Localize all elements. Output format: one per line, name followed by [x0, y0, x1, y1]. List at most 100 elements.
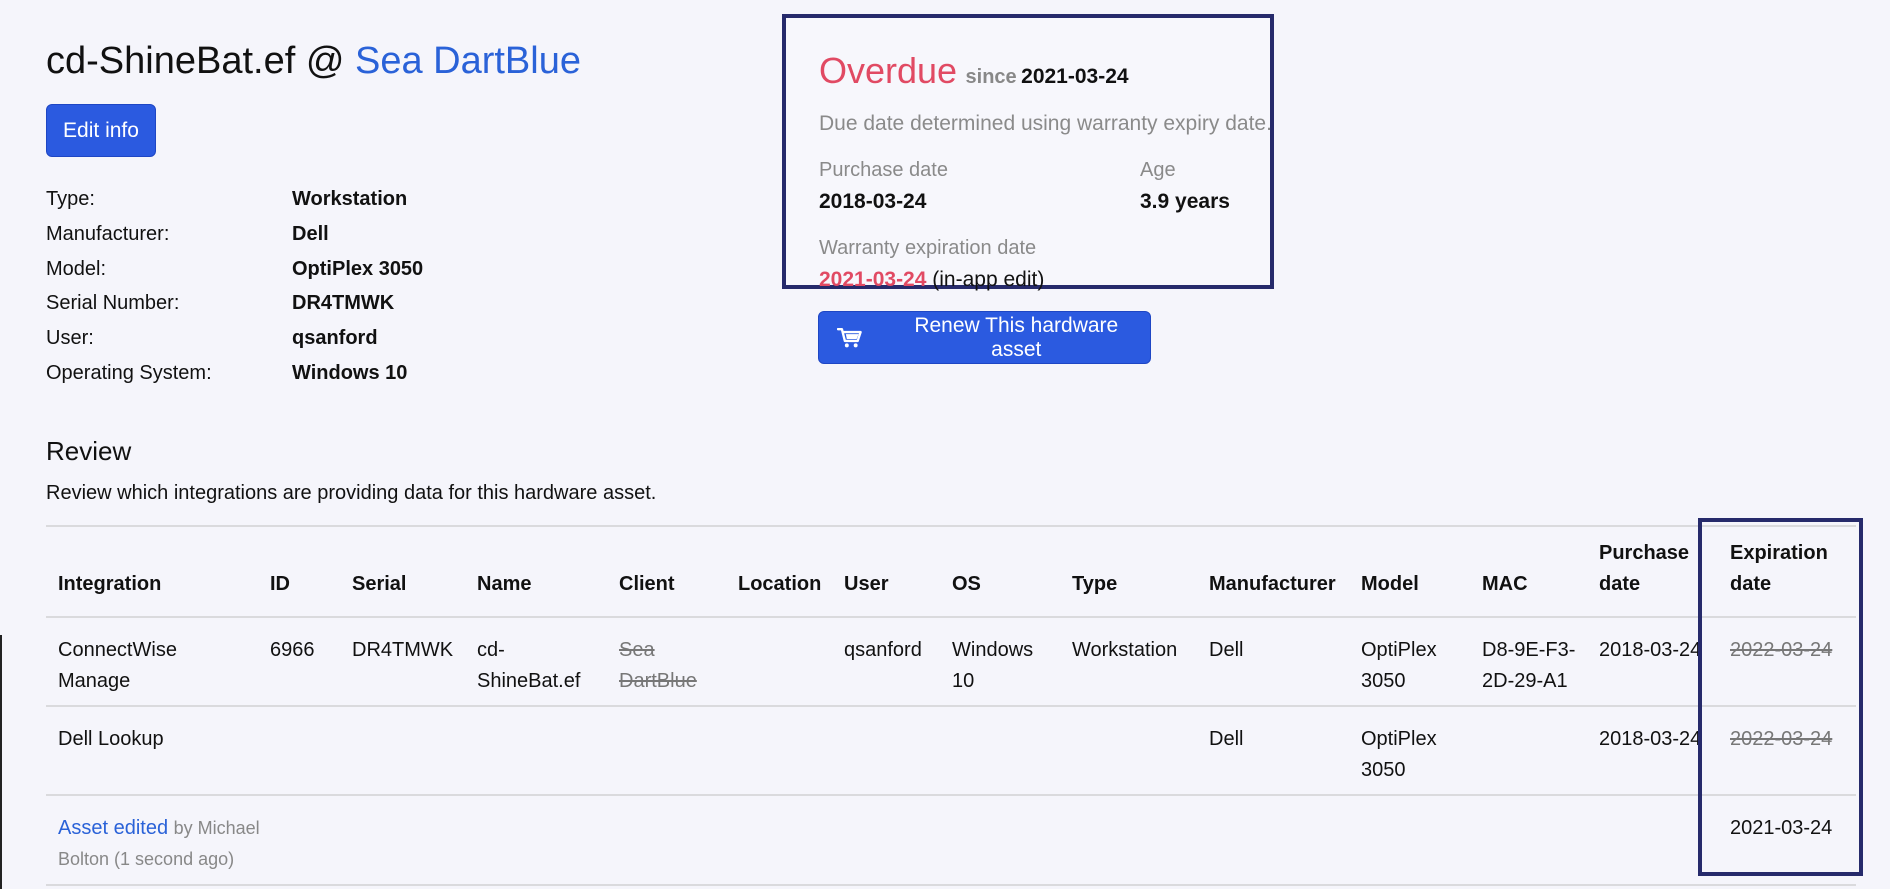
- header-os: OS: [952, 573, 981, 595]
- mac-line2: 2D-29-A1: [1482, 670, 1568, 692]
- detail-row-model: Model: OptiPlex 3050: [46, 252, 423, 287]
- cell-name: cd- ShineBat.ef: [477, 635, 580, 697]
- renew-label: Renew This hardware asset: [914, 313, 1119, 361]
- detail-value: OptiPlex 3050: [292, 257, 424, 280]
- header-purchase-date: Purchase date: [1599, 538, 1689, 600]
- header-type: Type: [1072, 573, 1118, 595]
- detail-row-type: Type: Workstation: [46, 182, 423, 217]
- detail-label: Operating System:: [46, 361, 212, 384]
- left-edge-divider: [0, 635, 2, 889]
- cell-edit-info: Asset edited by Michael Bolton (1 second…: [58, 813, 288, 875]
- warranty-expiration-value: 2021-03-24: [819, 268, 927, 291]
- cell-mac: D8-9E-F3- 2D-29-A1: [1482, 635, 1575, 697]
- detail-value: Windows 10: [292, 361, 408, 384]
- client-link[interactable]: Sea DartBlue: [355, 40, 581, 82]
- header-user: User: [844, 573, 889, 595]
- page-title: cd-ShineBat.ef @ Sea DartBlue: [46, 40, 581, 83]
- due-date-note: Due date determined using warranty expir…: [819, 112, 1272, 135]
- header-location: Location: [738, 573, 822, 595]
- table-row: ConnectWise Manage 6966 DR4TMWK cd- Shin…: [46, 618, 1856, 707]
- integration-line1: ConnectWise: [58, 639, 177, 661]
- table-row-edit: Asset edited by Michael Bolton (1 second…: [46, 796, 1856, 886]
- detail-value: Dell: [292, 222, 329, 245]
- header-expiration-date: Expiration date: [1730, 538, 1828, 600]
- integrations-table: Integration ID Serial Name Client Locati…: [46, 525, 1856, 886]
- purchase-date-value: 2018-03-24: [819, 190, 927, 213]
- shopping-cart-icon: [837, 327, 862, 347]
- title-at: @: [305, 40, 345, 82]
- asset-details: Type: Workstation Manufacturer: Dell Mod…: [46, 182, 423, 391]
- cell-manufacturer: Dell: [1209, 639, 1244, 661]
- since-label: since: [965, 66, 1017, 88]
- integration-line2: Manage: [58, 670, 131, 692]
- purchase-date-label: Purchase date: [819, 159, 948, 181]
- header-serial: Serial: [352, 573, 407, 595]
- asset-name: cd-ShineBat.ef: [46, 40, 296, 82]
- header-expiration-line1: Expiration: [1730, 542, 1828, 564]
- detail-value: Workstation: [292, 188, 408, 210]
- renew-asset-button[interactable]: Renew This hardware asset: [818, 311, 1151, 364]
- cell-model: OptiPlex 3050: [1361, 635, 1437, 697]
- header-model: Model: [1361, 573, 1419, 595]
- client-line1: Sea: [619, 639, 655, 661]
- detail-row-manufacturer: Manufacturer: Dell: [46, 217, 423, 252]
- age-value: 3.9 years: [1140, 190, 1230, 213]
- edited-by: by Michael: [173, 818, 260, 838]
- asset-edited-link[interactable]: Asset edited: [58, 817, 168, 839]
- header-id: ID: [270, 573, 290, 595]
- detail-label: User:: [46, 327, 94, 350]
- detail-label: Manufacturer:: [46, 222, 170, 245]
- cell-expiration-date: 2022-03-24: [1730, 728, 1833, 750]
- cell-user: qsanford: [844, 639, 922, 661]
- model-line1: OptiPlex: [1361, 728, 1437, 750]
- overdue-status-card: Overdue since 2021-03-24 Due date determ…: [782, 14, 1274, 291]
- header-manufacturer: Manufacturer: [1209, 573, 1336, 595]
- detail-row-os: Operating System: Windows 10: [46, 356, 423, 391]
- cell-purchase-date: 2018-03-24: [1599, 728, 1702, 750]
- cell-purchase-date: 2018-03-24: [1599, 639, 1702, 661]
- detail-value: qsanford: [292, 327, 378, 350]
- asset-detail-page: cd-ShineBat.ef @ Sea DartBlue Edit info …: [0, 0, 1890, 889]
- header-integration: Integration: [58, 573, 162, 595]
- os-line1: Windows: [952, 639, 1034, 661]
- detail-label: Model:: [46, 257, 107, 280]
- table-header-row: Integration ID Serial Name Client Locati…: [46, 527, 1856, 618]
- header-client: Client: [619, 573, 675, 595]
- model-line1: OptiPlex: [1361, 639, 1437, 661]
- warranty-edit-note: (in-app edit): [932, 268, 1045, 291]
- name-line2: ShineBat.ef: [477, 670, 581, 692]
- detail-row-user: User: qsanford: [46, 321, 423, 356]
- edit-info-button[interactable]: Edit info: [46, 104, 156, 157]
- detail-row-serial: Serial Number: DR4TMWK: [46, 286, 423, 321]
- header-purchase-line2: date: [1599, 573, 1641, 595]
- cell-integration: ConnectWise Manage: [58, 635, 177, 697]
- cell-os: Windows 10: [952, 635, 1033, 697]
- cell-id: 6966: [270, 639, 315, 661]
- edited-by-time: Bolton (1 second ago): [58, 849, 235, 869]
- warranty-expiration-label: Warranty expiration date: [819, 237, 1037, 259]
- cell-expiration-date: 2022-03-24: [1730, 639, 1833, 661]
- cell-model: OptiPlex 3050: [1361, 724, 1437, 786]
- since-date: 2021-03-24: [1021, 65, 1129, 88]
- model-line2: 3050: [1361, 759, 1406, 781]
- detail-label: Serial Number:: [46, 292, 180, 315]
- review-heading: Review: [46, 436, 132, 466]
- table-row: Dell Lookup Dell OptiPlex 3050 2018-03-2…: [46, 707, 1856, 796]
- cell-expiration-date: 2021-03-24: [1730, 817, 1833, 839]
- header-expiration-line2: date: [1730, 573, 1772, 595]
- name-line1: cd-: [477, 639, 505, 661]
- detail-label: Type:: [46, 188, 95, 210]
- cell-integration: Dell Lookup: [58, 728, 164, 750]
- header-purchase-line1: Purchase: [1599, 542, 1690, 564]
- detail-value: DR4TMWK: [292, 292, 395, 315]
- overdue-label: Overdue: [819, 50, 958, 91]
- client-line2: DartBlue: [619, 670, 697, 692]
- cell-type: Workstation: [1072, 639, 1178, 661]
- cell-serial: DR4TMWK: [352, 639, 454, 661]
- os-line2: 10: [952, 670, 975, 692]
- model-line2: 3050: [1361, 670, 1406, 692]
- cell-manufacturer: Dell: [1209, 728, 1244, 750]
- header-mac: MAC: [1482, 573, 1528, 595]
- status-headline: Overdue since 2021-03-24: [819, 50, 1129, 92]
- cell-client: Sea DartBlue: [619, 635, 697, 697]
